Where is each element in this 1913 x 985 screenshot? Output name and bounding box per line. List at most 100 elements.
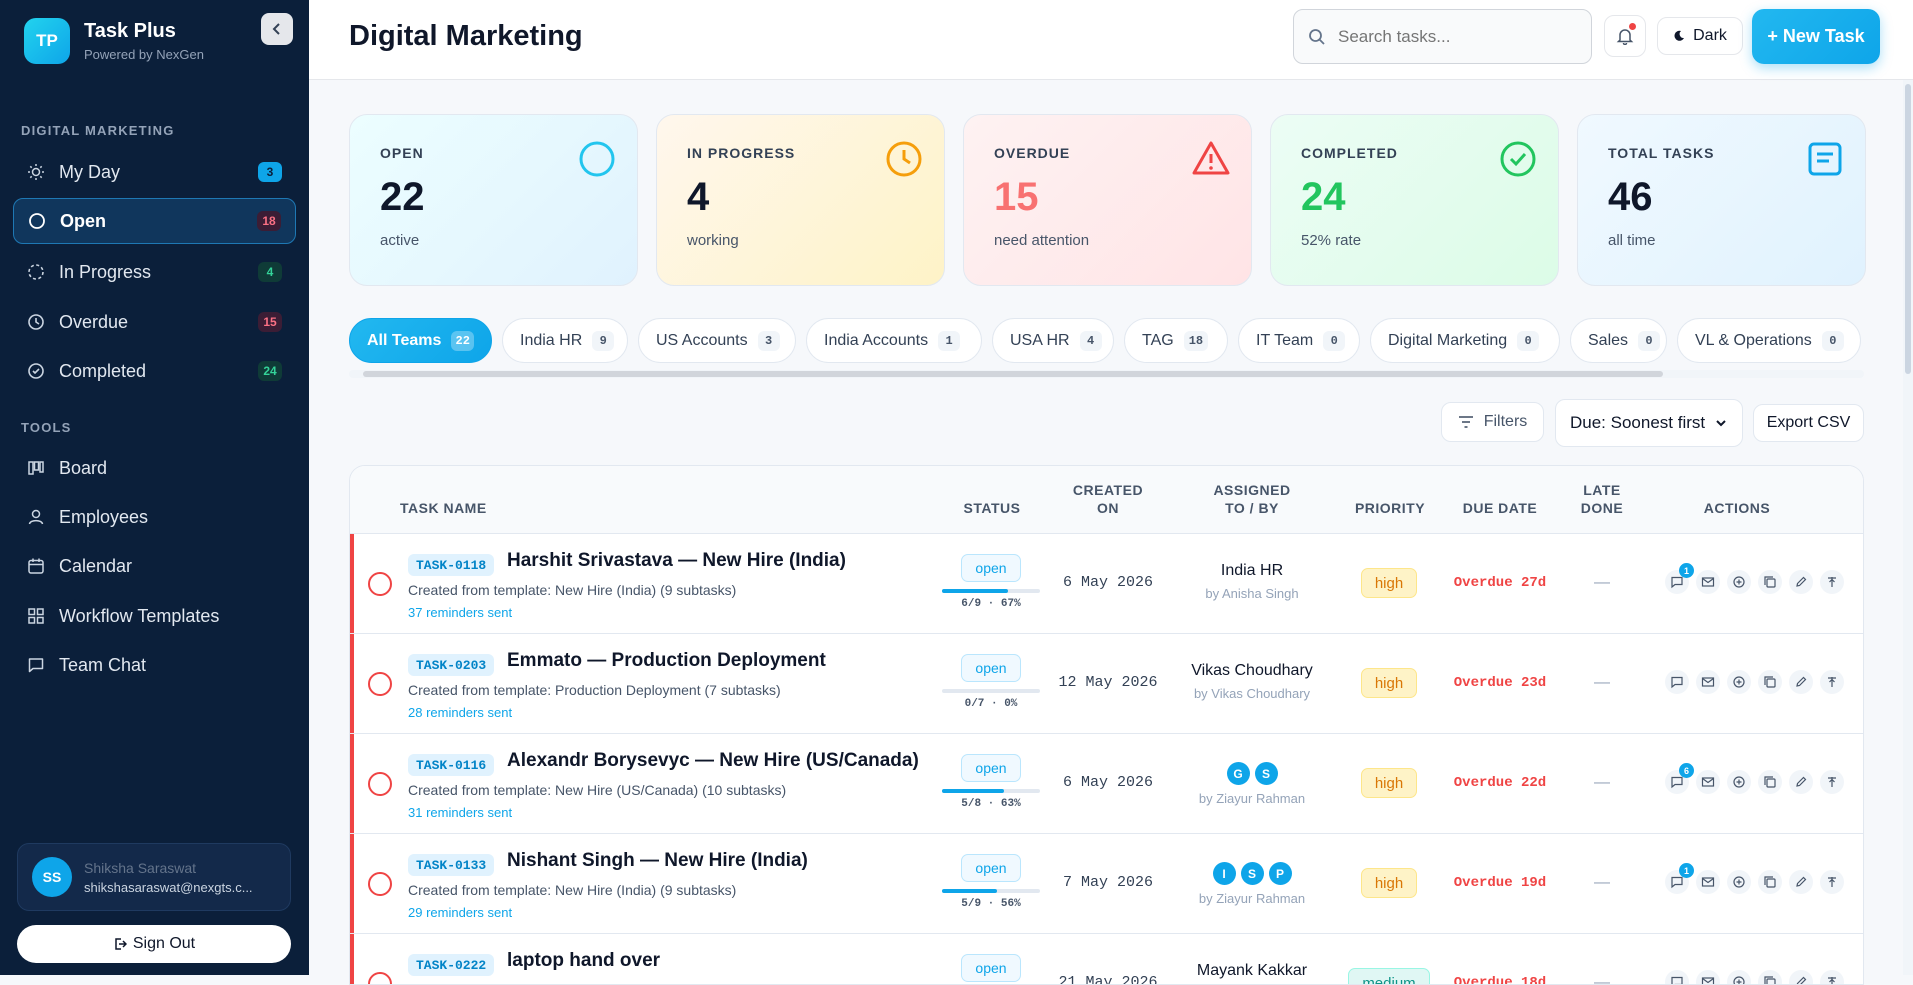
col-status[interactable]: STATUS xyxy=(962,499,1022,517)
complete-checkbox[interactable] xyxy=(368,572,392,596)
tab-india-accounts[interactable]: India Accounts 1 xyxy=(806,318,982,363)
task-name[interactable]: Emmato — Production Deployment xyxy=(507,650,826,672)
stat-card-completed[interactable]: COMPLETED 24 52% rate xyxy=(1270,114,1559,286)
priority-badge[interactable]: high xyxy=(1361,568,1417,598)
copy-button[interactable] xyxy=(1758,570,1782,594)
assignee-chip[interactable]: S xyxy=(1254,762,1278,785)
col-late[interactable]: LATE DONE xyxy=(1572,481,1632,517)
col-created[interactable]: CREATED ON xyxy=(1058,481,1158,517)
copy-button[interactable] xyxy=(1758,870,1782,894)
col-assigned[interactable]: ASSIGNED TO / BY xyxy=(1202,481,1302,517)
sidebar-item-workflow-templates[interactable]: Workflow Templates xyxy=(13,593,296,639)
complete-checkbox[interactable] xyxy=(368,872,392,896)
assignee-chip[interactable]: P xyxy=(1268,862,1292,885)
status-badge[interactable]: open xyxy=(961,954,1021,982)
notifications-button[interactable] xyxy=(1604,15,1646,57)
brand[interactable]: TP Task Plus Powered by NexGen xyxy=(24,18,204,64)
sidebar-item-my-day[interactable]: My Day 3 xyxy=(13,149,296,195)
status-badge[interactable]: open xyxy=(961,754,1021,782)
add-button[interactable] xyxy=(1727,870,1751,894)
theme-toggle-button[interactable]: Dark xyxy=(1657,17,1743,55)
status-badge[interactable]: open xyxy=(961,654,1021,682)
complete-checkbox[interactable] xyxy=(368,772,392,796)
edit-button[interactable] xyxy=(1789,670,1813,694)
sidebar-item-board[interactable]: Board xyxy=(13,445,296,491)
sidebar-item-open[interactable]: Open 18 xyxy=(13,198,296,244)
priority-badge[interactable]: high xyxy=(1361,668,1417,698)
comment-button[interactable] xyxy=(1665,970,1689,984)
tab-us-accounts[interactable]: US Accounts 3 xyxy=(638,318,796,363)
comment-button[interactable] xyxy=(1665,670,1689,694)
sidebar-item-in-progress[interactable]: In Progress 4 xyxy=(13,249,296,295)
copy-button[interactable] xyxy=(1758,670,1782,694)
task-name[interactable]: Nishant Singh — New Hire (India) xyxy=(507,850,808,872)
edit-button[interactable] xyxy=(1789,970,1813,984)
mail-button[interactable] xyxy=(1696,570,1720,594)
edit-button[interactable] xyxy=(1789,570,1813,594)
tab-all-teams[interactable]: All Teams 22 xyxy=(349,318,492,363)
complete-checkbox[interactable] xyxy=(368,972,392,984)
pin-button[interactable] xyxy=(1820,870,1844,894)
status-badge[interactable]: open xyxy=(961,854,1021,882)
tab-tag[interactable]: TAG 18 xyxy=(1124,318,1228,363)
table-row[interactable]: TASK-0222 laptop hand over open 21 May 2… xyxy=(350,934,1863,984)
comment-button[interactable]: 6 xyxy=(1665,763,1694,794)
copy-button[interactable] xyxy=(1758,970,1782,984)
edit-button[interactable] xyxy=(1789,770,1813,794)
comment-button[interactable]: 1 xyxy=(1665,863,1694,894)
assignee-chip[interactable]: S xyxy=(1240,862,1264,885)
mail-button[interactable] xyxy=(1696,670,1720,694)
page-scrollbar[interactable] xyxy=(1903,80,1913,975)
tab-vl-operations[interactable]: VL & Operations 0 xyxy=(1677,318,1861,363)
task-id[interactable]: TASK-0118 xyxy=(408,554,495,576)
stat-card-overdue[interactable]: OVERDUE 15 need attention xyxy=(963,114,1252,286)
task-id[interactable]: TASK-0203 xyxy=(408,654,495,676)
reminders-link[interactable]: 29 reminders sent xyxy=(408,905,512,920)
sidebar-item-calendar[interactable]: Calendar xyxy=(13,543,296,589)
pin-button[interactable] xyxy=(1820,570,1844,594)
add-button[interactable] xyxy=(1727,670,1751,694)
task-name[interactable]: Harshit Srivastava — New Hire (India) xyxy=(507,550,846,572)
search-input[interactable] xyxy=(1338,26,1558,47)
complete-checkbox[interactable] xyxy=(368,672,392,696)
tab-digital-marketing[interactable]: Digital Marketing 0 xyxy=(1370,318,1560,363)
export-csv-button[interactable]: Export CSV xyxy=(1753,404,1864,442)
pin-button[interactable] xyxy=(1820,770,1844,794)
stat-card-in-progress[interactable]: IN PROGRESS 4 working xyxy=(656,114,945,286)
reminders-link[interactable]: 37 reminders sent xyxy=(408,605,512,620)
reminders-link[interactable]: 31 reminders sent xyxy=(408,805,512,820)
mail-button[interactable] xyxy=(1696,770,1720,794)
scrollbar-thumb[interactable] xyxy=(1905,84,1911,374)
tab-it-team[interactable]: IT Team 0 xyxy=(1238,318,1360,363)
tabs-scrollbar[interactable] xyxy=(349,370,1864,378)
add-button[interactable] xyxy=(1727,570,1751,594)
comment-button[interactable]: 1 xyxy=(1665,563,1694,594)
priority-badge[interactable]: medium xyxy=(1348,968,1430,984)
pin-button[interactable] xyxy=(1820,970,1844,984)
assignee-chip[interactable]: G xyxy=(1226,762,1250,785)
sidebar-item-overdue[interactable]: Overdue 15 xyxy=(13,299,296,345)
copy-button[interactable] xyxy=(1758,770,1782,794)
tab-india-hr[interactable]: India HR 9 xyxy=(502,318,628,363)
tab-usa-hr[interactable]: USA HR 4 xyxy=(992,318,1114,363)
table-row[interactable]: TASK-0118 Harshit Srivastava — New Hire … xyxy=(350,534,1863,634)
sort-select[interactable]: Due: Soonest first xyxy=(1555,399,1743,447)
sign-out-button[interactable]: Sign Out xyxy=(17,925,291,963)
filters-button[interactable]: Filters xyxy=(1441,402,1544,442)
table-row[interactable]: TASK-0116 Alexandr Borysevyc — New Hire … xyxy=(350,734,1863,834)
collapse-sidebar-button[interactable] xyxy=(261,13,293,45)
mail-button[interactable] xyxy=(1696,970,1720,984)
stat-card-open[interactable]: OPEN 22 active xyxy=(349,114,638,286)
reminders-link[interactable]: 28 reminders sent xyxy=(408,705,512,720)
tab-sales[interactable]: Sales 0 xyxy=(1570,318,1667,363)
add-button[interactable] xyxy=(1727,770,1751,794)
pin-button[interactable] xyxy=(1820,670,1844,694)
mail-button[interactable] xyxy=(1696,870,1720,894)
priority-badge[interactable]: high xyxy=(1361,868,1417,898)
sidebar-item-employees[interactable]: Employees xyxy=(13,494,296,540)
table-row[interactable]: TASK-0133 Nishant Singh — New Hire (Indi… xyxy=(350,834,1863,934)
col-task-name[interactable]: TASK NAME xyxy=(400,499,487,517)
task-id[interactable]: TASK-0116 xyxy=(408,754,495,776)
priority-badge[interactable]: high xyxy=(1361,768,1417,798)
task-id[interactable]: TASK-0133 xyxy=(408,854,495,876)
